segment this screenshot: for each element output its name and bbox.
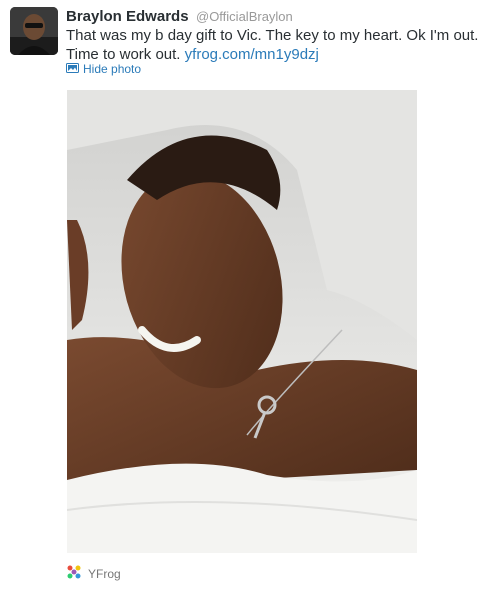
tweet-link[interactable]: yfrog.com/mn1y9dzj bbox=[185, 46, 319, 63]
photo-provider[interactable]: YFrog bbox=[66, 564, 121, 583]
tweet-photo[interactable] bbox=[67, 90, 417, 553]
hide-photo-button[interactable]: Hide photo bbox=[66, 62, 141, 76]
tweet-text: That was my b day gift to Vic. The key t… bbox=[66, 26, 486, 64]
avatar[interactable] bbox=[10, 7, 58, 55]
author-username[interactable]: @OfficialBraylon bbox=[196, 9, 293, 24]
tweet-header: Braylon Edwards @OfficialBraylon bbox=[66, 8, 486, 26]
photo-icon bbox=[66, 62, 79, 76]
avatar-photo-icon bbox=[10, 7, 58, 55]
tweet: Braylon Edwards @OfficialBraylon That wa… bbox=[0, 0, 500, 592]
provider-name: YFrog bbox=[88, 566, 121, 581]
yfrog-icon bbox=[66, 564, 82, 583]
hide-photo-label: Hide photo bbox=[83, 62, 142, 76]
photo-image bbox=[67, 90, 417, 553]
author-fullname[interactable]: Braylon Edwards bbox=[66, 8, 189, 25]
